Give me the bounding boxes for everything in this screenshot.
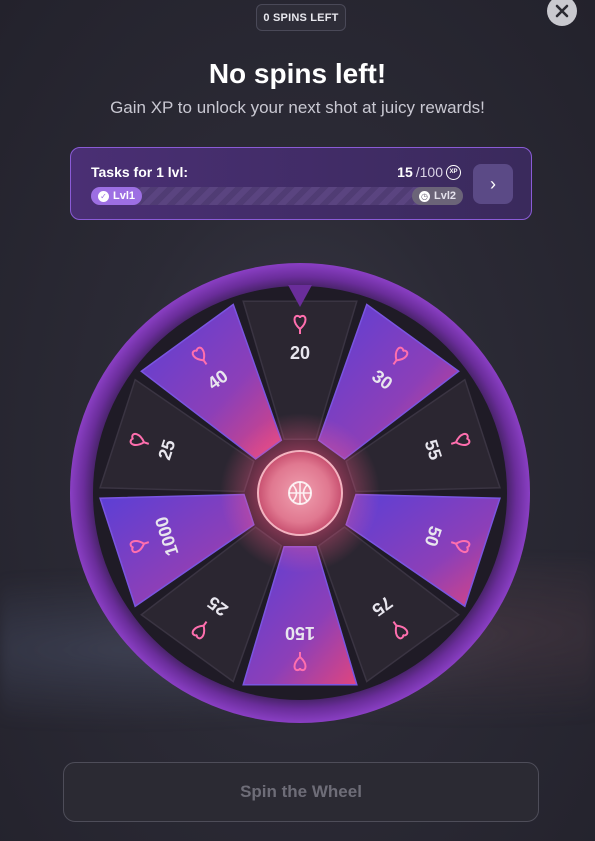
spins-left-badge: 0 SPINS LEFT bbox=[256, 4, 346, 31]
level-progress-bar: ✓ Lvl1 ◷ Lvl2 bbox=[91, 187, 463, 205]
clock-icon: ◷ bbox=[418, 190, 430, 202]
check-icon: ✓ bbox=[98, 190, 109, 202]
tasks-next-button[interactable]: › bbox=[473, 164, 513, 204]
xp-icon: XP bbox=[446, 164, 461, 180]
xp-counter: 15/100 XP bbox=[397, 164, 461, 180]
segment-value: 150 bbox=[285, 623, 315, 643]
tasks-card: Tasks for 1 lvl: 15/100 XP ✓ Lvl1 ◷ Lvl2… bbox=[70, 147, 532, 220]
close-button[interactable] bbox=[547, 0, 577, 26]
chevron-right-icon: › bbox=[490, 173, 496, 194]
spin-wheel-button[interactable]: Spin the Wheel bbox=[63, 762, 539, 822]
segment-value: 20 bbox=[290, 343, 310, 363]
level-from-label: Lvl1 bbox=[113, 190, 136, 202]
level-to-label: Lvl2 bbox=[433, 190, 456, 202]
page-subtitle: Gain XP to unlock your next shot at juic… bbox=[110, 98, 485, 117]
level-from-pill: ✓ Lvl1 bbox=[91, 187, 143, 205]
xp-total: /100 bbox=[415, 164, 443, 180]
prize-wheel: 20 30 55 50 75 150 25 1000 25 40 bbox=[70, 263, 530, 723]
close-icon bbox=[555, 4, 569, 18]
page-title: No spins left! bbox=[208, 58, 387, 89]
basketball-icon bbox=[288, 481, 312, 505]
xp-current: 15 bbox=[397, 164, 413, 180]
level-to-pill: ◷ Lvl2 bbox=[411, 187, 463, 205]
tasks-label: Tasks for 1 lvl: bbox=[91, 164, 189, 180]
